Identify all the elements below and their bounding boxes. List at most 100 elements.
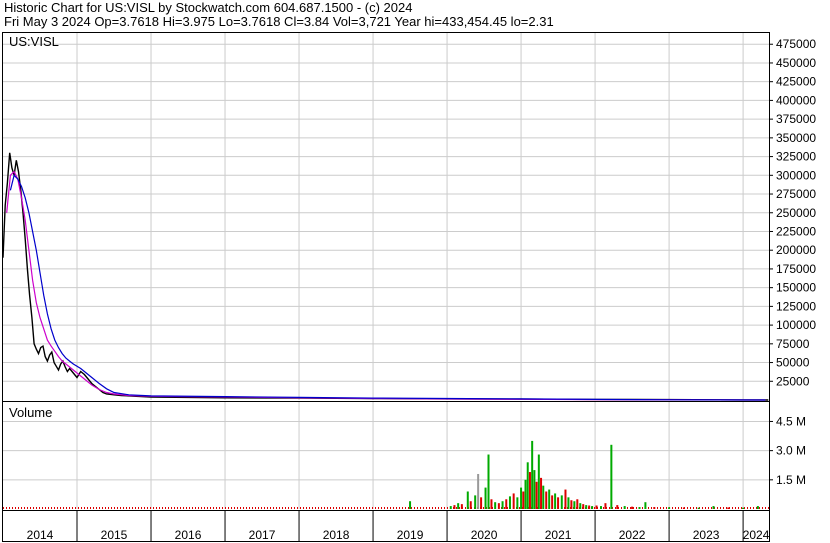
- volume-bar: [449, 506, 452, 509]
- volume-bar: [524, 479, 527, 509]
- volume-panel: [2, 401, 770, 511]
- volume-bar: [570, 500, 573, 509]
- volume-bar: [554, 493, 557, 509]
- volume-bar: [564, 489, 567, 509]
- volume-bar: [466, 491, 469, 509]
- x-tick-label: 2020: [471, 528, 498, 542]
- volume-bar: [457, 503, 460, 509]
- volume-bar: [653, 507, 656, 509]
- volume-bar: [604, 503, 607, 509]
- volume-bar: [522, 491, 525, 509]
- volume-bar: [631, 506, 634, 509]
- volume-bar: [551, 495, 554, 509]
- price-panel: [2, 32, 770, 402]
- volume-bar: [520, 487, 523, 509]
- x-tick-label: 2015: [101, 528, 128, 542]
- volume-bar: [533, 470, 536, 509]
- volume-bar: [505, 499, 508, 509]
- volume-bar: [682, 507, 685, 509]
- volume-panel-title: Volume: [9, 405, 52, 420]
- volume-tick-label: 4.5 M: [776, 414, 806, 428]
- volume-bar: [697, 507, 700, 509]
- price-tick-label: 25000: [776, 374, 810, 388]
- price-tick-label: 225000: [776, 224, 816, 238]
- volume-bar: [469, 501, 472, 509]
- volume-bar: [512, 493, 515, 509]
- volume-bar: [474, 495, 477, 509]
- volume-bar: [599, 506, 602, 509]
- price-tick-label: 250000: [776, 206, 816, 220]
- volume-bar: [490, 499, 493, 509]
- price-tick-label: 175000: [776, 262, 816, 276]
- price-tick-label: 275000: [776, 187, 816, 201]
- volume-bar: [644, 502, 647, 509]
- volume-bar: [516, 497, 519, 509]
- price-tick-label: 425000: [776, 75, 816, 89]
- price-tick-label: 150000: [776, 281, 816, 295]
- volume-bar: [531, 440, 534, 509]
- volume-bar: [540, 477, 543, 509]
- volume-bar: [591, 506, 594, 509]
- x-tick-label: 2017: [249, 528, 276, 542]
- volume-bar: [535, 481, 538, 509]
- price-tick-label: 325000: [776, 150, 816, 164]
- price-tick-label: 475000: [776, 37, 816, 51]
- price-panel-title: US:VISL: [9, 34, 59, 49]
- volume-bar: [576, 499, 579, 509]
- price-tick-label: 375000: [776, 112, 816, 126]
- x-tick-label: 2014: [27, 528, 54, 542]
- volume-bar: [638, 507, 641, 509]
- volume-bar: [460, 504, 463, 509]
- price-tick-label: 450000: [776, 56, 816, 70]
- volume-tick-label: 1.5 M: [776, 473, 806, 487]
- volume-bar: [727, 507, 730, 509]
- volume-bar: [537, 454, 540, 509]
- volume-bar: [560, 495, 563, 509]
- volume-bar: [623, 506, 626, 509]
- x-tick-label: 2018: [323, 528, 350, 542]
- volume-bar: [409, 501, 412, 509]
- volume-bar: [742, 507, 745, 509]
- volume-bar: [453, 505, 456, 509]
- volume-bar: [501, 501, 504, 509]
- volume-bar: [542, 485, 545, 509]
- volume-bar: [595, 505, 598, 509]
- volume-bar: [582, 504, 585, 509]
- volume-bar: [480, 497, 483, 509]
- price-tick-label: 75000: [776, 337, 810, 351]
- volume-bar: [477, 473, 480, 509]
- volume-bar: [526, 462, 529, 509]
- volume-bar: [484, 487, 487, 509]
- price-tick-label: 100000: [776, 318, 816, 332]
- volume-tick-label: 3.0 M: [776, 444, 806, 458]
- volume-bar: [712, 506, 715, 509]
- price-tick-label: 400000: [776, 93, 816, 107]
- volume-bar: [567, 497, 570, 509]
- volume-bar: [497, 503, 500, 509]
- x-tick-label: 2019: [397, 528, 424, 542]
- x-tick-label: 2024: [743, 528, 770, 542]
- price-tick-label: 125000: [776, 299, 816, 313]
- x-tick-label: 2016: [175, 528, 202, 542]
- volume-bar: [668, 507, 671, 509]
- volume-bar: [545, 491, 548, 509]
- volume-bar: [494, 502, 497, 509]
- x-tick-label: 2023: [693, 528, 720, 542]
- volume-bar: [548, 489, 551, 509]
- x-tick-label: 2022: [619, 528, 646, 542]
- volume-bar: [616, 505, 619, 509]
- price-tick-label: 350000: [776, 131, 816, 145]
- volume-bar: [585, 505, 588, 509]
- x-tick-label: 2021: [545, 528, 572, 542]
- volume-bar: [610, 444, 613, 509]
- volume-bar: [508, 496, 511, 509]
- price-tick-label: 300000: [776, 168, 816, 182]
- price-tick-label: 200000: [776, 243, 816, 257]
- volume-bar: [528, 472, 531, 509]
- volume-bar: [588, 505, 591, 509]
- volume-bar: [573, 501, 576, 509]
- volume-bar: [579, 503, 582, 509]
- stock-chart: 2014 2015 2016 2017 2018 2019 2020 2021 2022 2023…: [2, 32, 816, 542]
- volume-bar: [557, 497, 560, 509]
- volume-bar: [487, 454, 490, 509]
